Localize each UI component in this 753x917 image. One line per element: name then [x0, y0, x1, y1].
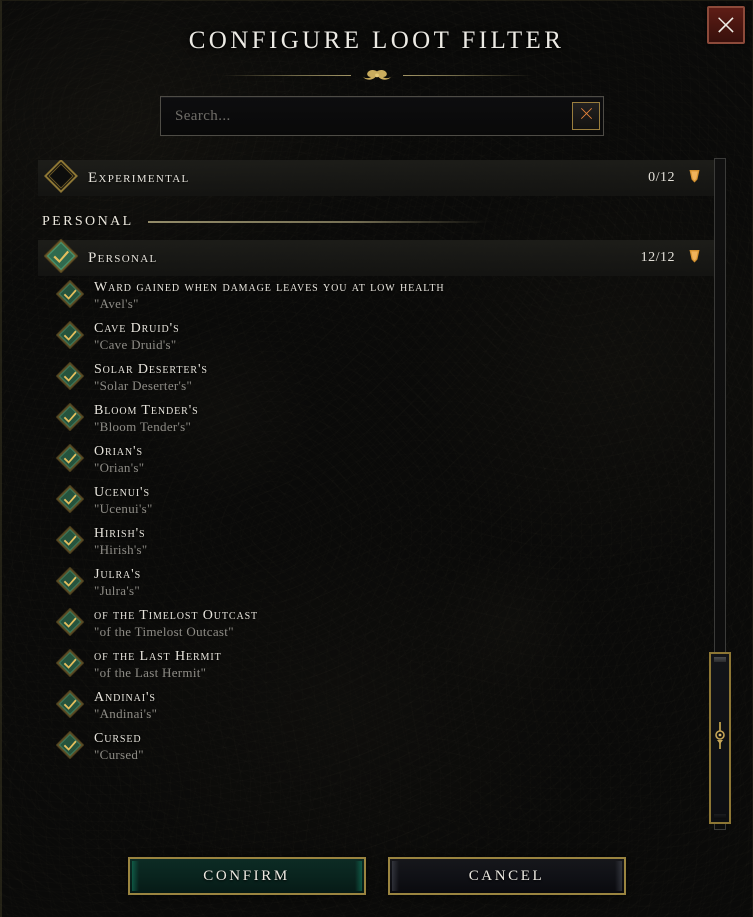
scrollbar-thumb[interactable]	[709, 652, 731, 824]
ornament-line-left	[220, 75, 351, 76]
filter-item-title: of the Timelost Outcast	[94, 608, 259, 623]
diamond-checked-icon[interactable]	[55, 730, 85, 764]
filter-item-title: Cursed	[94, 731, 142, 746]
cancel-button[interactable]: Cancel	[387, 857, 626, 895]
filter-item-row[interactable]: of the Timelost Outcast "of the Timelost …	[0, 604, 753, 645]
filter-item-subtitle: "Cave Druid's"	[94, 336, 177, 352]
filter-item-subtitle: "of the Timelost Outcast"	[94, 623, 234, 639]
confirm-button-label: Confirm	[203, 867, 290, 884]
filter-item-subtitle: "Julra's"	[94, 582, 140, 598]
scroll-grip-icon	[714, 719, 726, 758]
filter-item-row[interactable]: Cave Druid's "Cave Druid's"	[0, 317, 753, 358]
diamond-checked-icon[interactable]	[55, 566, 85, 600]
section-divider-line	[147, 221, 488, 223]
filter-item-row[interactable]: Bloom Tender's "Bloom Tender's"	[0, 399, 753, 440]
filter-item-title: Cave Druid's	[94, 321, 180, 336]
filter-item-subtitle: "Orian's"	[94, 459, 145, 475]
filter-item-subtitle: "Bloom Tender's"	[94, 418, 192, 434]
diamond-checked-icon[interactable]	[55, 525, 85, 559]
diamond-checked-icon[interactable]	[55, 279, 85, 313]
search-clear-button[interactable]	[572, 102, 600, 130]
group-count: 12/12	[640, 250, 675, 265]
filter-item-row[interactable]: Ucenui's "Ucenui's"	[0, 481, 753, 522]
diamond-checked-icon[interactable]	[55, 320, 85, 354]
search-bar[interactable]	[160, 96, 604, 136]
filter-item-subtitle: "Hirish's"	[94, 541, 148, 557]
close-x-icon	[715, 14, 737, 36]
diamond-checked-icon[interactable]	[55, 402, 85, 436]
filter-item-title: Bloom Tender's	[94, 403, 199, 418]
filter-item-row[interactable]: of the Last Hermit "of the Last Hermit"	[0, 645, 753, 686]
filter-item-subtitle: "of the Last Hermit"	[94, 664, 207, 680]
filter-item-title: Ucenui's	[94, 485, 150, 500]
title-ornament-divider	[0, 69, 753, 82]
clear-x-icon	[579, 106, 594, 126]
search-input[interactable]	[175, 107, 572, 125]
section-title: PERSONAL	[42, 214, 134, 229]
filter-item-title: Julra's	[94, 567, 142, 582]
loot-filter-dialog: CONFIGURE LOOT FILTER Search... Experime…	[0, 0, 753, 917]
filter-item-row[interactable]: Cursed "Cursed"	[0, 727, 753, 768]
filter-item-row[interactable]: Hirish's "Hirish's"	[0, 522, 753, 563]
filter-item-title: of the Last Hermit	[94, 649, 222, 664]
ornament-flourish-icon	[355, 69, 399, 82]
filter-item-title: Orian's	[94, 444, 143, 459]
filter-item-subtitle: "Avel's"	[94, 295, 139, 311]
filter-item-subtitle: "Cursed"	[94, 746, 144, 762]
filter-item-row[interactable]: Ward gained when damage leaves you at lo…	[0, 276, 753, 317]
diamond-checked-icon[interactable]	[55, 607, 85, 641]
diamond-checked-icon[interactable]	[55, 648, 85, 682]
filter-item-row[interactable]: Julra's "Julra's"	[0, 563, 753, 604]
filter-item-list: Ward gained when damage leaves you at lo…	[0, 276, 753, 768]
group-row-experimental[interactable]: Experimental 0/12	[38, 160, 715, 196]
filter-item-title: Ward gained when damage leaves you at lo…	[94, 280, 445, 295]
filter-item-row[interactable]: Solar Deserter's "Solar Deserter's"	[0, 358, 753, 399]
filter-list: Experimental 0/12 PERSONAL Personal 12/1…	[0, 160, 753, 850]
diamond-checked-icon[interactable]	[55, 689, 85, 723]
page-title: CONFIGURE LOOT FILTER	[188, 27, 565, 54]
diamond-checked-icon[interactable]	[55, 443, 85, 477]
diamond-checked-icon[interactable]	[55, 484, 85, 518]
dialog-footer: Confirm Cancel	[0, 857, 753, 895]
group-count: 0/12	[648, 170, 675, 185]
chevron-down-icon[interactable]	[688, 169, 701, 188]
filter-item-row[interactable]: Orian's "Orian's"	[0, 440, 753, 481]
section-header-personal: PERSONAL	[42, 214, 715, 230]
confirm-button[interactable]: Confirm	[127, 857, 366, 895]
diamond-checked-icon[interactable]	[55, 361, 85, 395]
filter-item-title: Solar Deserter's	[94, 362, 208, 377]
chevron-down-icon[interactable]	[688, 249, 701, 268]
filter-item-title: Andinai's	[94, 690, 156, 705]
filter-item-subtitle: "Andinai's"	[94, 705, 158, 721]
filter-item-subtitle: "Solar Deserter's"	[94, 377, 193, 393]
group-row-personal[interactable]: Personal 12/12	[38, 237, 715, 278]
filter-item-subtitle: "Ucenui's"	[94, 500, 153, 516]
ornament-line-right	[402, 75, 533, 76]
filter-item-title: Hirish's	[94, 526, 146, 541]
group-label: Experimental	[88, 169, 190, 186]
close-button[interactable]	[707, 6, 745, 44]
cancel-button-label: Cancel	[468, 867, 545, 884]
filter-item-row[interactable]: Andinai's "Andinai's"	[0, 686, 753, 727]
group-label: Personal	[88, 249, 158, 266]
diamond-unchecked-icon[interactable]	[44, 160, 78, 198]
diamond-checked-icon[interactable]	[43, 237, 79, 278]
